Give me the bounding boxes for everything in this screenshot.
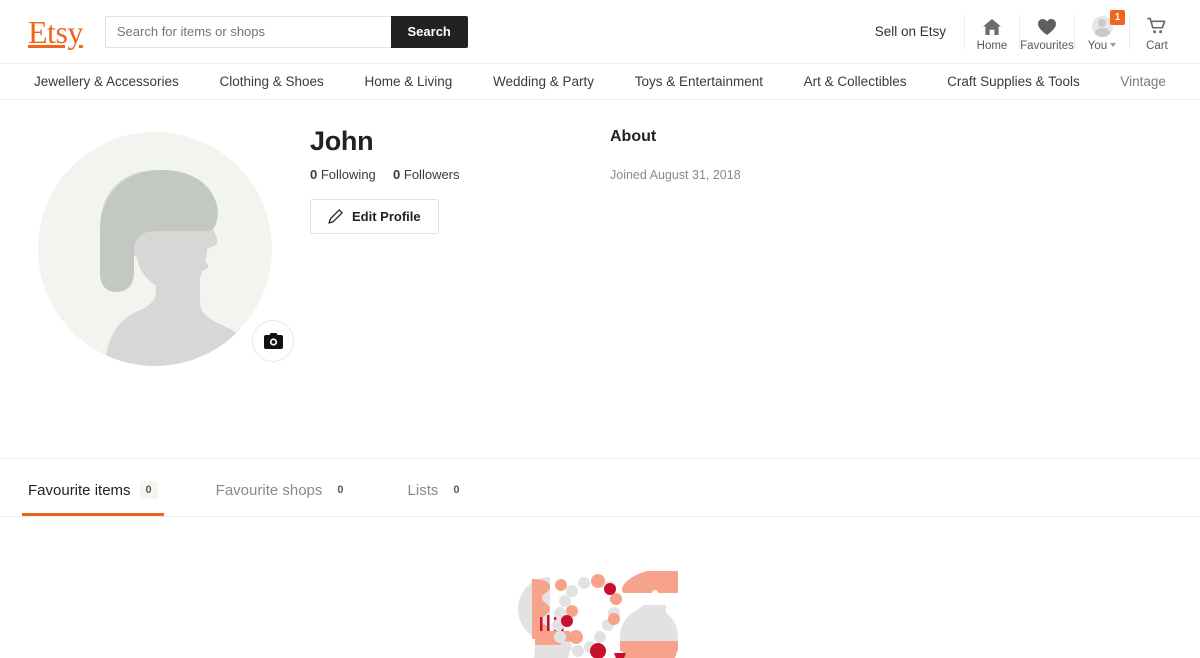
notification-badge: 1: [1110, 10, 1125, 25]
heart-icon: [1037, 16, 1057, 38]
tab-favourite-shops-count: 0: [331, 481, 349, 499]
search-bar: Search: [105, 16, 468, 48]
tab-lists-label: Lists: [408, 482, 439, 499]
tab-lists[interactable]: Lists 0: [402, 481, 472, 516]
profile-info-column: John 0 Following 0 Followers Edit Profil…: [310, 122, 610, 458]
profile-avatar[interactable]: [38, 132, 272, 366]
avatar-column: [0, 122, 310, 458]
empty-state: [0, 517, 1200, 658]
sell-on-etsy-link[interactable]: Sell on Etsy: [875, 24, 946, 39]
category-wedding-party[interactable]: Wedding & Party: [493, 74, 594, 89]
nav-home[interactable]: Home: [965, 12, 1019, 52]
about-column: About Joined August 31, 2018: [610, 122, 1200, 458]
default-profile-silhouette-icon: [38, 132, 272, 366]
joined-date: Joined August 31, 2018: [610, 168, 1200, 182]
change-photo-button[interactable]: [252, 320, 294, 362]
cart-icon: [1147, 16, 1168, 38]
category-jewellery-accessories[interactable]: Jewellery & Accessories: [34, 74, 179, 89]
profile-section: John 0 Following 0 Followers Edit Profil…: [0, 100, 1200, 458]
about-heading: About: [610, 128, 1200, 146]
nav-favourites[interactable]: Favourites: [1020, 12, 1074, 52]
search-input[interactable]: [105, 16, 391, 48]
header-right-nav: Sell on Etsy Home Favourites 1 You: [875, 0, 1184, 63]
home-icon: [982, 16, 1002, 38]
craft-items-illustration: [510, 559, 690, 658]
edit-profile-label: Edit Profile: [352, 209, 421, 224]
tab-favourite-shops[interactable]: Favourite shops 0: [210, 481, 356, 516]
nav-favourites-label: Favourites: [1020, 40, 1074, 52]
tab-favourite-items-count: 0: [140, 481, 158, 499]
category-art-collectibles[interactable]: Art & Collectibles: [804, 74, 907, 89]
nav-cart-label: Cart: [1146, 40, 1168, 52]
chevron-down-icon: [1110, 43, 1116, 47]
nav-cart[interactable]: Cart: [1130, 12, 1184, 52]
tab-lists-count: 0: [447, 481, 465, 499]
edit-profile-button[interactable]: Edit Profile: [310, 199, 439, 234]
tab-favourite-shops-label: Favourite shops: [216, 482, 323, 499]
pencil-icon: [328, 209, 343, 224]
tab-favourite-items-label: Favourite items: [28, 482, 131, 499]
following-count: 0: [310, 167, 317, 182]
nav-home-label: Home: [977, 40, 1008, 52]
nav-you[interactable]: 1 You: [1075, 12, 1129, 52]
nav-you-label: You: [1088, 40, 1116, 52]
followers-label: Followers: [404, 167, 460, 182]
site-header: Etsy Search Sell on Etsy Home Favourites…: [0, 0, 1200, 64]
following-label: Following: [321, 167, 376, 182]
profile-tabs: Favourite items 0 Favourite shops 0 List…: [0, 459, 1200, 517]
category-craft-supplies-tools[interactable]: Craft Supplies & Tools: [947, 74, 1080, 89]
page-title: John: [310, 126, 610, 157]
category-vintage[interactable]: Vintage: [1120, 74, 1166, 89]
followers-count: 0: [393, 167, 400, 182]
tab-favourite-items[interactable]: Favourite items 0: [22, 481, 164, 516]
search-button[interactable]: Search: [391, 16, 468, 48]
follow-stats: 0 Following 0 Followers: [310, 167, 610, 182]
category-home-living[interactable]: Home & Living: [364, 74, 452, 89]
category-nav: Jewellery & Accessories Clothing & Shoes…: [0, 64, 1200, 100]
category-clothing-shoes[interactable]: Clothing & Shoes: [219, 74, 323, 89]
etsy-logo[interactable]: Etsy: [28, 16, 83, 48]
category-toys-entertainment[interactable]: Toys & Entertainment: [635, 74, 763, 89]
camera-icon: [264, 333, 283, 349]
